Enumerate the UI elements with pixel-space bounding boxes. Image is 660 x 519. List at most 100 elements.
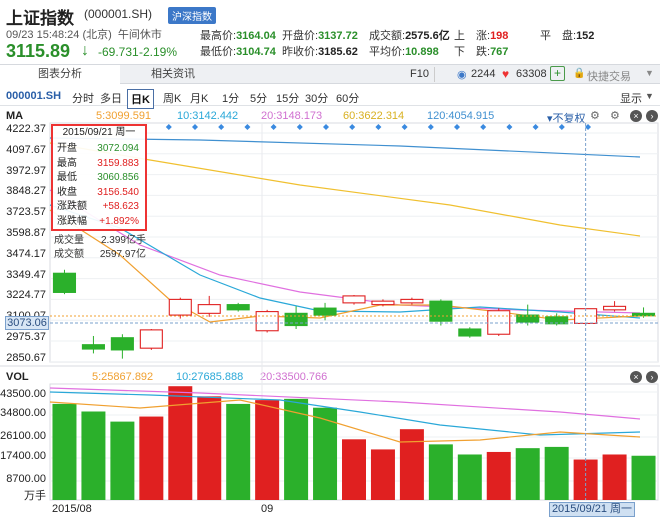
tooltip-value: 2.399亿手 <box>100 235 146 246</box>
candle-body <box>487 310 511 335</box>
volume-tick: 43500.00 <box>0 388 46 400</box>
price-tick: 3598.87 <box>6 227 46 239</box>
event-marker <box>401 124 408 130</box>
tooltip-key: 成交额 <box>54 249 84 260</box>
price-tick: 3723.57 <box>6 206 46 219</box>
tooltip-row: 涨跌额 +58.623 <box>57 200 141 214</box>
crosshair-date-tag: 2015/09/21 周一 <box>549 502 635 517</box>
price-tick: 3474.17 <box>6 247 46 260</box>
price-tick: 3972.97 <box>6 164 46 177</box>
volume-tick: 26100.00 <box>0 430 46 442</box>
volume-tick: 万手 <box>24 490 46 502</box>
candle-body <box>197 304 221 314</box>
volume-bar <box>255 400 280 500</box>
volume-tick: 8700.00 <box>6 473 46 485</box>
event-marker <box>323 124 329 130</box>
candle-body <box>429 300 453 322</box>
candle-tooltip: 2015/09/21 周一 开盘 3072.094 最高 3159.883 最低 3060… <box>51 124 147 231</box>
price-tick: 4097.67 <box>6 143 46 156</box>
volume-tick: 17400.00 <box>0 450 46 462</box>
price-tick: 4222.37 <box>6 123 46 135</box>
tooltip-value: +58.623 <box>102 201 139 212</box>
date-axis-mid: 09 <box>261 503 274 515</box>
vol-ma20-line <box>49 387 641 420</box>
volume-bar <box>515 448 540 500</box>
tooltip-date: 2015/09/21 周一 <box>62 127 136 138</box>
volume-bar <box>457 454 482 500</box>
candle-body <box>284 312 308 327</box>
tooltip-value: +1.892% <box>99 215 139 227</box>
tooltip-key: 涨跌幅 <box>57 215 87 227</box>
tooltip-volume-row: 成交量 2.399亿手 <box>54 231 146 246</box>
candle-body <box>371 300 395 306</box>
volume-bar <box>52 403 77 500</box>
event-marker <box>454 124 460 130</box>
price-tick: 2975.37 <box>6 331 46 343</box>
tooltip-row: 涨跌幅 +1.892% <box>57 215 141 229</box>
volume-bar <box>342 439 366 500</box>
candle-body <box>313 307 337 316</box>
tooltip-row: 最低 3060.856 <box>57 171 141 185</box>
volume-bar <box>110 421 135 500</box>
event-marker <box>244 124 251 130</box>
volume-bar <box>544 446 569 500</box>
event-marker <box>506 124 513 130</box>
event-marker <box>192 124 198 130</box>
volume-bar <box>370 449 395 500</box>
date-axis-left: 2015/08 <box>52 503 92 515</box>
event-marker <box>349 124 356 130</box>
crosshair-price-tag: 3073.06 <box>5 316 49 330</box>
candle-body <box>226 304 250 311</box>
candle-body <box>139 329 163 349</box>
candle-body <box>603 305 627 311</box>
volume-bar <box>168 386 193 500</box>
volume-bar <box>399 429 424 500</box>
tooltip-row: 收盘 3156.540 <box>57 186 141 200</box>
candle-body <box>342 295 366 304</box>
price-tick: 3224.77 <box>6 289 46 302</box>
tooltip-row: 开盘 3072.094 <box>57 142 141 156</box>
volume-bar <box>631 455 656 500</box>
event-marker <box>427 124 434 130</box>
price-tick: 3848.27 <box>6 185 46 198</box>
volume-tick: 34800.00 <box>0 407 46 419</box>
tooltip-value: 3060.856 <box>97 172 139 183</box>
volume-bar <box>197 396 222 500</box>
vol-ma10-line <box>49 391 641 436</box>
candle-body <box>400 298 424 304</box>
candle-body <box>458 328 482 337</box>
tooltip-key: 涨跌额 <box>57 201 87 212</box>
tooltip-value: 3156.540 <box>97 186 139 198</box>
tooltip-key: 开盘 <box>57 143 77 154</box>
volume-bar <box>428 444 453 500</box>
tooltip-key: 最低 <box>57 172 77 183</box>
volume-bar <box>226 403 251 500</box>
candle-body <box>631 312 656 317</box>
tooltip-volume-row: 成交额 2597.97亿 <box>54 245 146 260</box>
candle-body <box>255 311 279 332</box>
event-marker <box>218 124 225 130</box>
event-marker <box>558 124 565 130</box>
volume-bar <box>139 416 164 500</box>
candle-body <box>168 298 192 316</box>
candle-body <box>81 344 105 350</box>
volume-bar <box>602 454 627 500</box>
event-marker <box>270 124 277 130</box>
event-marker <box>532 124 539 130</box>
tooltip-key: 最高 <box>57 157 77 169</box>
volume-bar <box>81 411 106 500</box>
candle-body <box>52 272 77 293</box>
price-tick: 2850.67 <box>6 351 46 364</box>
volume-bar <box>486 451 511 500</box>
price-tick: 3349.47 <box>6 268 46 281</box>
vol-ma5-line <box>49 399 641 443</box>
tooltip-value: 3072.094 <box>97 143 139 154</box>
event-marker <box>480 124 487 130</box>
tooltip-key: 收盘 <box>57 186 77 198</box>
event-marker <box>375 124 382 130</box>
tooltip-value: 2597.97亿 <box>99 249 146 260</box>
tooltip-row: 最高 3159.883 <box>57 157 141 171</box>
tooltip-value: 3159.883 <box>97 157 139 169</box>
event-marker <box>165 124 172 130</box>
event-marker <box>296 124 303 130</box>
